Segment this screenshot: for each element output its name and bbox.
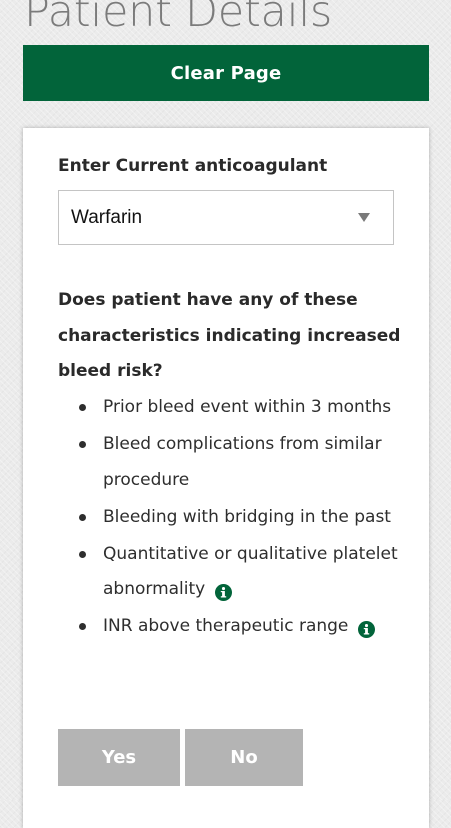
patient-details-card: Enter Current anticoagulant Warfarin Doe…	[23, 128, 429, 828]
bullet-icon	[79, 441, 86, 448]
yes-button[interactable]: Yes	[58, 729, 180, 786]
list-item: INR above therapeutic range	[58, 609, 403, 645]
list-item: Prior bleed event within 3 months	[58, 390, 403, 426]
list-item: Bleeding with bridging in the past	[58, 500, 403, 536]
info-circle-icon[interactable]	[357, 616, 375, 638]
list-item: Quantitative or qualitative platelet abn…	[58, 537, 403, 608]
bullet-icon	[79, 513, 86, 521]
list-item-text: INR above therapeutic range	[103, 616, 349, 636]
anticoagulant-label: Enter Current anticoagulant	[58, 156, 328, 176]
info-circle-icon[interactable]	[214, 579, 232, 601]
bullet-icon	[79, 550, 86, 558]
page-title: Patient Details	[24, 0, 332, 37]
list-item-text: Bleeding with bridging in the past	[103, 506, 391, 527]
dropdown-arrow-icon	[358, 213, 370, 222]
bullet-icon	[79, 404, 86, 411]
list-item-text: Quantitative or qualitative platelet abn…	[103, 543, 398, 600]
list-item-text: Prior bleed event within 3 months	[103, 397, 392, 417]
list-item-text: Bleed complications from similar procedu…	[103, 434, 382, 490]
anticoagulant-select[interactable]: Warfarin	[58, 190, 394, 245]
bullet-icon	[79, 623, 86, 630]
anticoagulant-select-value: Warfarin	[71, 206, 143, 228]
bleed-risk-list: Prior bleed event within 3 months Bleed …	[58, 390, 403, 646]
bleed-risk-question: Does patient have any of these character…	[58, 290, 401, 381]
no-button[interactable]: No	[185, 729, 303, 786]
clear-page-button[interactable]: Clear Page	[23, 45, 429, 101]
list-item: Bleed complications from similar procedu…	[58, 427, 403, 498]
